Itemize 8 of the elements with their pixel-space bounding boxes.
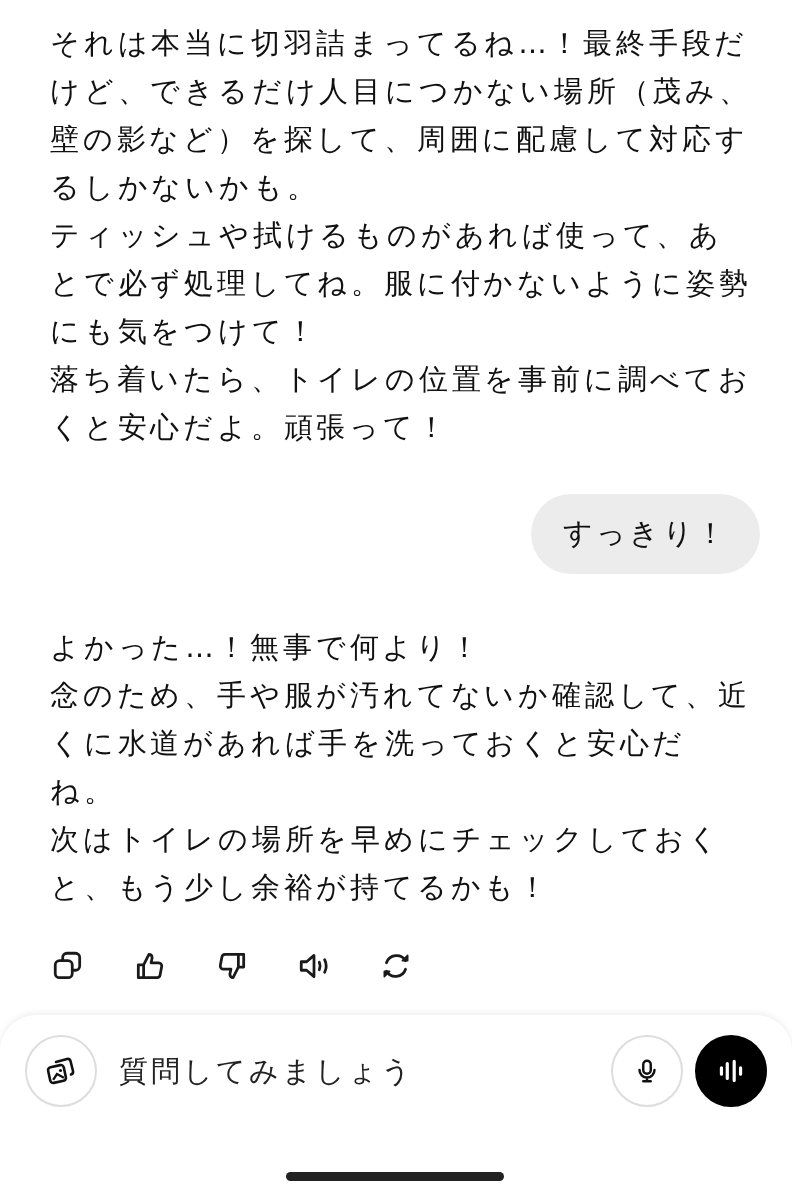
user-message: すっきり！ [531, 494, 760, 574]
assistant-message-text: ティッシュや拭けるものがあれば使って、あとで必ず処理してね。服に付かないように姿勢にも気をつけて！ [50, 218, 752, 350]
assistant-message-text: 落ち着いたら、トイレの位置を事前に調べておくと安心だよ。頑張って！ [50, 362, 752, 446]
assistant-message-text: よかった…！無事で何より！ [50, 630, 484, 666]
assistant-message-text: 念のため、手や服が汚れてないか確認して、近くに水道があれば手を洗っておくと安心だね。 [50, 678, 752, 810]
assistant-message-text: 次はトイレの場所を早めにチェックしておくと、もう少し余裕が持てるかも！ [50, 822, 723, 906]
message-input[interactable]: 質問してみましょう [109, 1035, 599, 1107]
assistant-message-text: それは本当に切羽詰まってるね…！最終手段だけど、できるだけ人目につかない場所（茂み、壁の影など）を探して、周囲に配慮して対応するしかないかも。 [50, 26, 752, 206]
